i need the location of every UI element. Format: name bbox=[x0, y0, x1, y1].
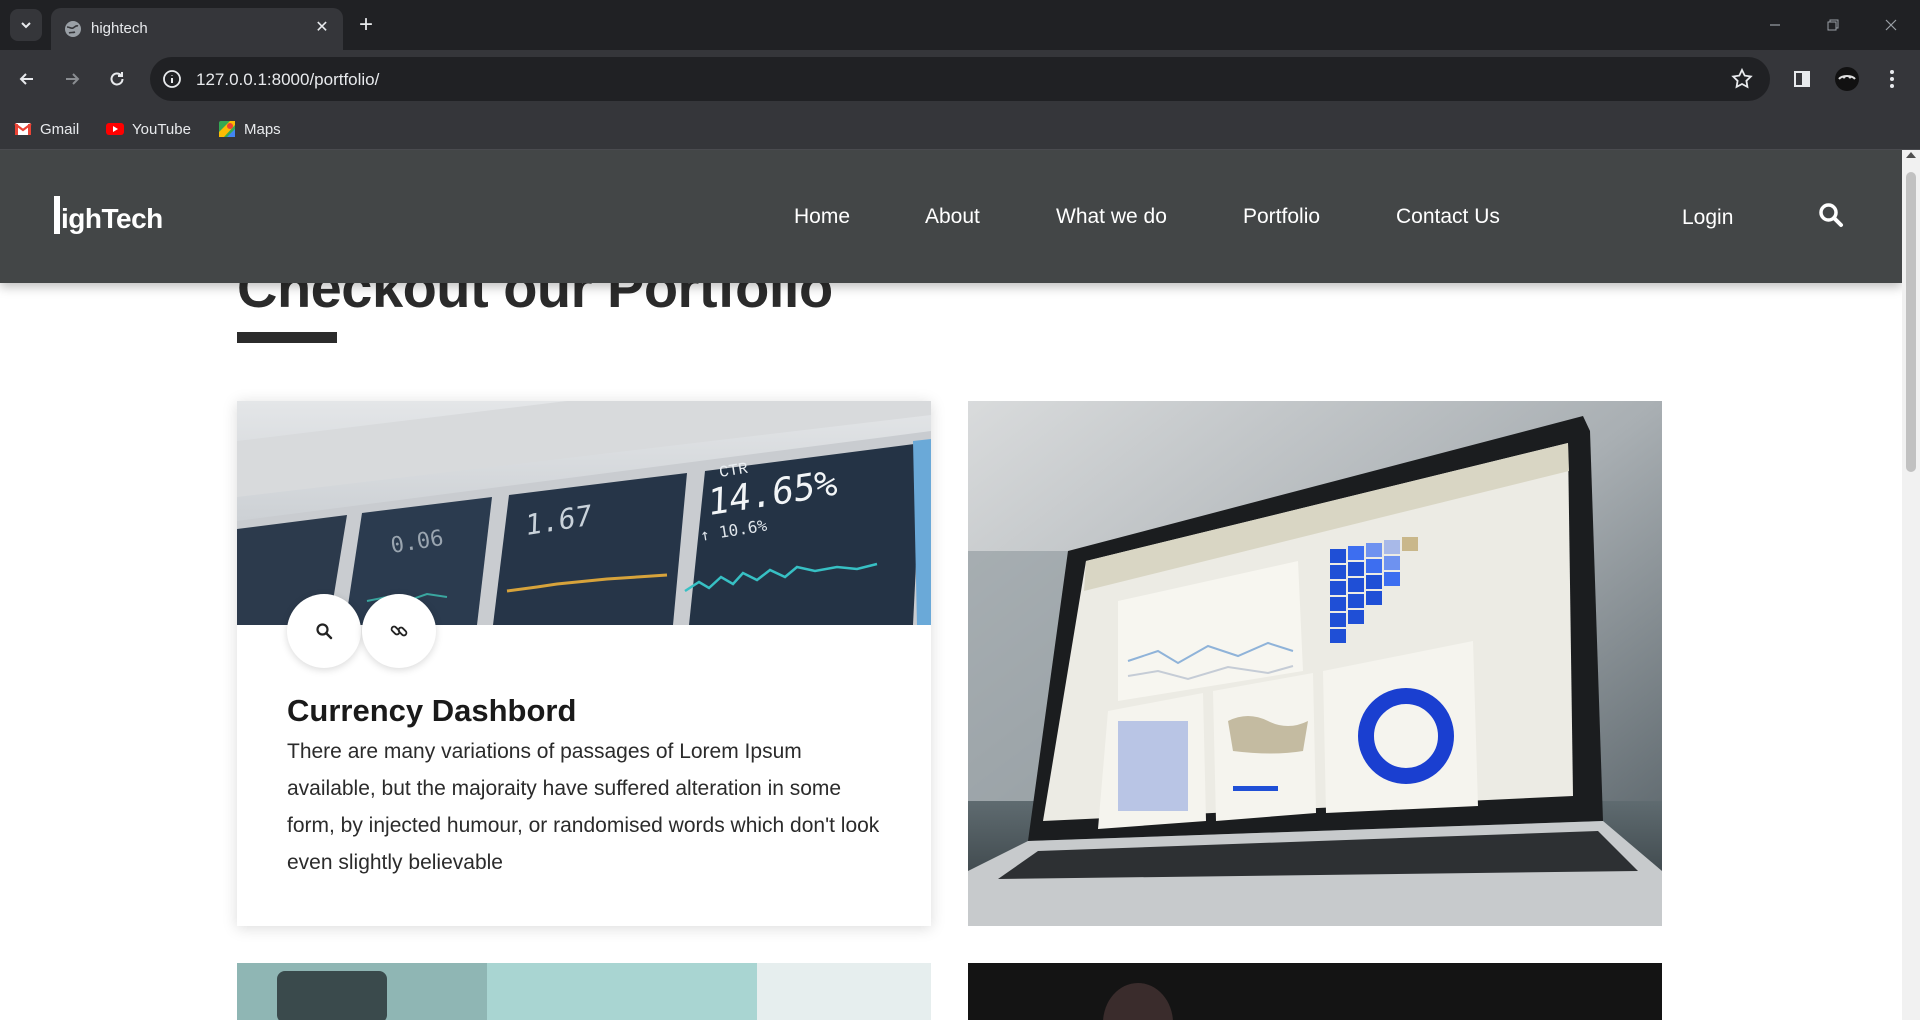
arrow-right-icon bbox=[66, 73, 80, 85]
nav-what-we-do[interactable]: What we do bbox=[1056, 205, 1167, 229]
site-info-icon[interactable] bbox=[160, 67, 184, 91]
scroll-up-icon[interactable] bbox=[1906, 152, 1916, 158]
close-window-icon[interactable] bbox=[1876, 10, 1906, 40]
nav-contact-us[interactable]: Contact Us bbox=[1396, 205, 1500, 229]
portfolio-card: CTR 14.65% ↑ 10.6% 1.67 0.06 Currency Da… bbox=[237, 401, 931, 926]
gmail-icon bbox=[14, 123, 32, 135]
reload-icon bbox=[110, 72, 124, 86]
login-link[interactable]: Login bbox=[1682, 206, 1733, 230]
link-icon bbox=[390, 625, 408, 637]
portfolio-image-laptop[interactable] bbox=[968, 401, 1662, 926]
zoom-button[interactable] bbox=[287, 594, 361, 668]
card-title: Currency Dashbord bbox=[287, 693, 577, 728]
search-icon bbox=[316, 623, 333, 640]
browser-toolbar: 127.0.0.1:8000/portfolio/ bbox=[0, 50, 1920, 108]
portfolio-image-3[interactable] bbox=[237, 963, 931, 1020]
bookmark-maps[interactable]: Maps bbox=[218, 116, 281, 142]
browser-tab[interactable]: hightech ✕ bbox=[51, 8, 343, 50]
profile-avatar[interactable] bbox=[1831, 63, 1863, 95]
bookmarks-bar: Gmail YouTube Maps bbox=[0, 108, 1920, 150]
forward-button[interactable] bbox=[56, 63, 88, 95]
page-scrollbar[interactable] bbox=[1902, 150, 1920, 1020]
reload-button[interactable] bbox=[101, 63, 133, 95]
portfolio-image-4[interactable] bbox=[968, 963, 1662, 1020]
nav-home[interactable]: Home bbox=[794, 205, 850, 229]
search-icon[interactable] bbox=[1818, 202, 1844, 228]
globe-icon bbox=[65, 21, 81, 37]
close-tab-icon[interactable]: ✕ bbox=[311, 16, 333, 38]
card-image-dashboard: CTR 14.65% ↑ 10.6% 1.67 0.06 bbox=[237, 401, 931, 625]
avatar-icon bbox=[1835, 67, 1859, 91]
site-logo[interactable]: ighTech bbox=[54, 196, 163, 235]
address-bar[interactable]: 127.0.0.1:8000/portfolio/ bbox=[150, 57, 1770, 101]
bookmark-label: Maps bbox=[244, 120, 281, 138]
bookmark-label: Gmail bbox=[40, 120, 80, 138]
maps-icon bbox=[219, 121, 235, 137]
tab-search-button[interactable] bbox=[10, 9, 42, 41]
arrow-left-icon bbox=[19, 73, 33, 85]
page-viewport: ighTech Home About What we do Portfolio … bbox=[0, 150, 1902, 1020]
link-button[interactable] bbox=[362, 594, 436, 668]
new-tab-button[interactable]: + bbox=[352, 11, 380, 39]
menu-button[interactable] bbox=[1876, 63, 1908, 95]
logo-text: ighTech bbox=[61, 203, 163, 234]
nav-about[interactable]: About bbox=[925, 205, 980, 229]
bookmark-youtube[interactable]: YouTube bbox=[106, 116, 191, 142]
restore-icon[interactable] bbox=[1818, 10, 1848, 40]
bookmark-label: YouTube bbox=[132, 120, 191, 138]
url-text[interactable]: 127.0.0.1:8000/portfolio/ bbox=[196, 70, 379, 90]
card-description: There are many variations of passages of… bbox=[287, 740, 880, 874]
logo-mark bbox=[54, 196, 60, 234]
side-panel-button[interactable] bbox=[1786, 63, 1818, 95]
more-vert-icon bbox=[1890, 70, 1894, 88]
nav-portfolio[interactable]: Portfolio bbox=[1243, 205, 1320, 229]
back-button[interactable] bbox=[11, 63, 43, 95]
bookmark-gmail[interactable]: Gmail bbox=[14, 116, 79, 142]
tab-title: hightech bbox=[91, 20, 148, 37]
chevron-down-icon bbox=[21, 22, 31, 29]
side-panel-icon bbox=[1794, 71, 1810, 87]
youtube-icon bbox=[106, 123, 124, 135]
bookmark-star-icon[interactable] bbox=[1730, 67, 1754, 91]
site-header: ighTech Home About What we do Portfolio … bbox=[0, 150, 1902, 283]
title-underline bbox=[237, 332, 337, 343]
minimize-icon[interactable] bbox=[1760, 10, 1790, 40]
browser-tabstrip: hightech ✕ + bbox=[0, 0, 1920, 50]
scrollbar-thumb[interactable] bbox=[1906, 172, 1916, 472]
